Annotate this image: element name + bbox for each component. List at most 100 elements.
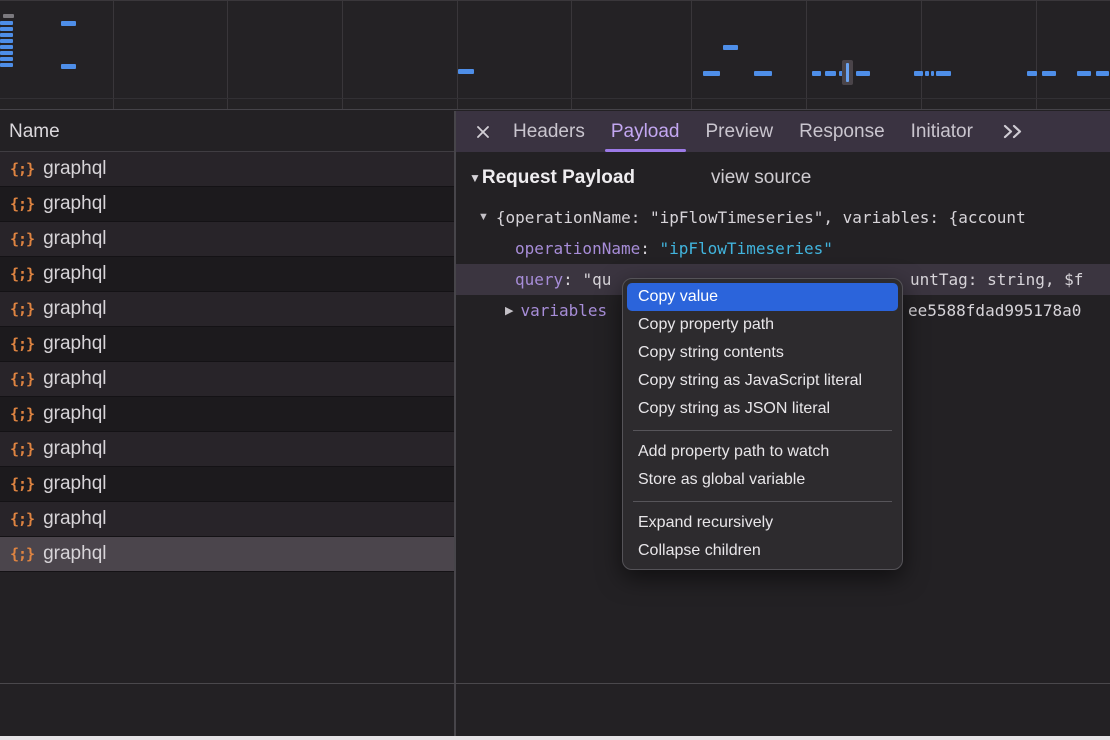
network-request-bar (0, 57, 13, 61)
request-list-item[interactable]: {;} graphql (0, 222, 454, 257)
json-key: query (515, 270, 563, 289)
request-payload-title: Request Payload (482, 167, 635, 189)
context-menu-item[interactable]: Copy value (627, 283, 898, 311)
network-request-bar (0, 39, 13, 43)
expanded-arrow-icon[interactable]: ▼ (478, 211, 489, 223)
more-tabs-button[interactable] (994, 111, 1032, 152)
json-resource-icon: {;} (10, 545, 34, 563)
json-resource-icon: {;} (10, 405, 34, 423)
section-expand-arrow-icon[interactable]: ▼ (469, 171, 481, 185)
payload-operation-name-row[interactable]: operationName: "ipFlowTimeseries" (456, 233, 1110, 263)
request-name: graphql (43, 333, 106, 355)
timeline-gridline (1036, 1, 1037, 109)
json-resource-icon: {;} (10, 160, 34, 178)
request-list: {;} graphql {;} graphql {;} graphql {;} … (0, 152, 454, 740)
network-request-bar (703, 71, 720, 76)
request-list-item[interactable]: {;} graphql (0, 187, 454, 222)
request-list-item[interactable]: {;} graphql (0, 537, 454, 572)
detail-tab-bar: HeadersPayloadPreviewResponseInitiator (456, 111, 1110, 152)
request-list-item[interactable]: {;} graphql (0, 432, 454, 467)
network-request-bar (1027, 71, 1037, 76)
network-request-bar (856, 71, 870, 76)
network-request-bar (0, 51, 13, 55)
request-name: graphql (43, 473, 106, 495)
json-string-value: "ipFlowTimeseries" (660, 239, 833, 258)
timeline-gridline-horizontal (0, 98, 1110, 99)
json-resource-icon: {;} (10, 300, 34, 318)
network-request-bar (825, 71, 836, 76)
request-list-item[interactable]: {;} graphql (0, 467, 454, 502)
view-source-link[interactable]: view source (711, 167, 811, 189)
timeline-gridline (921, 1, 922, 109)
context-menu-divider (633, 501, 892, 502)
request-name: graphql (43, 508, 106, 530)
close-detail-button[interactable] (466, 111, 500, 152)
request-list-item[interactable]: {;} graphql (0, 397, 454, 432)
request-list-item[interactable]: {;} graphql (0, 257, 454, 292)
context-menu-item[interactable]: Copy string contents (627, 339, 898, 367)
json-resource-icon: {;} (10, 230, 34, 248)
detail-tab[interactable]: Preview (693, 111, 787, 152)
request-name: graphql (43, 158, 106, 180)
request-list-item[interactable]: {;} graphql (0, 327, 454, 362)
detail-tab[interactable]: Headers (500, 111, 598, 152)
timeline-gridline (342, 1, 343, 109)
detail-tab[interactable]: Response (786, 111, 898, 152)
network-request-bar (458, 69, 474, 74)
network-request-bar (1077, 71, 1091, 76)
context-menu: Copy valueCopy property pathCopy string … (622, 278, 903, 570)
request-list-item[interactable]: {;} graphql (0, 292, 454, 327)
chevron-double-right-icon (1002, 124, 1024, 139)
name-column-header[interactable]: Name (0, 111, 454, 152)
context-menu-item[interactable]: Store as global variable (627, 466, 898, 494)
network-request-bar (61, 64, 76, 69)
payload-root-preview: {operationName: "ipFlowTimeseries", vari… (496, 208, 1026, 227)
context-menu-item[interactable]: Copy string as JSON literal (627, 395, 898, 423)
request-list-item[interactable]: {;} graphql (0, 152, 454, 187)
context-menu-item[interactable]: Copy property path (627, 311, 898, 339)
selected-request-marker (842, 60, 853, 85)
collapsed-arrow-icon[interactable]: ▶ (505, 304, 513, 317)
selected-request-marker-line (846, 63, 849, 82)
context-menu-item[interactable]: Add property path to watch (627, 438, 898, 466)
context-menu-item[interactable]: Copy string as JavaScript literal (627, 367, 898, 395)
context-menu-item[interactable]: Expand recursively (627, 509, 898, 537)
network-request-bar (61, 21, 76, 26)
network-request-bar (3, 14, 14, 18)
network-request-bar (931, 71, 934, 76)
network-request-bar (723, 45, 738, 50)
network-request-bar (914, 71, 923, 76)
devtools-network-panel: Name {;} graphql {;} graphql {;} graphql… (0, 0, 1110, 740)
request-name: graphql (43, 228, 106, 250)
network-request-bar (754, 71, 772, 76)
request-name: graphql (43, 263, 106, 285)
variables-preview-right: ee5588fdad995178a0 (908, 295, 1081, 325)
detail-tab[interactable]: Initiator (898, 111, 986, 152)
json-resource-icon: {;} (10, 195, 34, 213)
request-list-item[interactable]: {;} graphql (0, 502, 454, 537)
json-string-value-left: "qu (582, 270, 611, 289)
network-request-bar (1042, 71, 1056, 76)
network-request-bar (0, 33, 13, 37)
request-list-item[interactable]: {;} graphql (0, 362, 454, 397)
detail-tab[interactable]: Payload (598, 111, 693, 152)
close-icon (475, 124, 491, 140)
request-payload-section-header: ▼Request Payload view source (456, 163, 1110, 193)
request-name: graphql (43, 438, 106, 460)
json-string-value-right: untTag: string, $f (910, 264, 1083, 295)
network-request-bar (0, 63, 13, 67)
network-request-bar (1096, 71, 1109, 76)
timeline-gridline (691, 1, 692, 109)
json-resource-icon: {;} (10, 510, 34, 528)
key-separator: : (563, 270, 582, 289)
json-key: operationName (515, 239, 640, 258)
request-name: graphql (43, 193, 106, 215)
json-resource-icon: {;} (10, 265, 34, 283)
context-menu-divider (633, 430, 892, 431)
network-overview-timeline[interactable] (0, 1, 1110, 110)
json-key: variables (520, 301, 607, 320)
network-request-bar (925, 71, 929, 76)
payload-root-row[interactable]: ▼ {operationName: "ipFlowTimeseries", var… (456, 202, 1110, 232)
request-list-panel: Name {;} graphql {;} graphql {;} graphql… (0, 111, 454, 740)
context-menu-item[interactable]: Collapse children (627, 537, 898, 565)
